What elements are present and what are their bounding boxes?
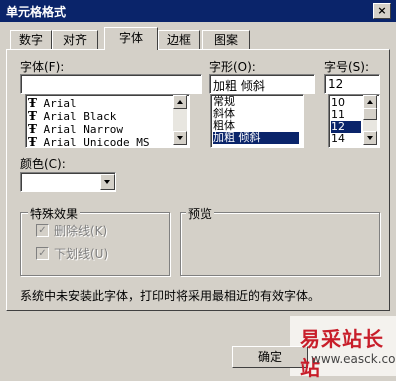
chevron-down-icon (104, 180, 110, 184)
strikethrough-label: 删除线(K) (54, 224, 108, 238)
scroll-up-button[interactable] (363, 95, 377, 109)
arrow-down-icon (177, 136, 183, 140)
size-scrollbar[interactable] (363, 95, 377, 145)
scroll-thumb[interactable] (363, 108, 377, 120)
size-label: 字号(S): (324, 60, 370, 74)
effects-label: 特殊效果 (28, 205, 81, 222)
tab-font[interactable]: 字体 (104, 27, 158, 50)
font-list[interactable]: Ŧ Arial Ŧ Arial Black Ŧ Arial Narrow Ŧ A… (25, 94, 190, 148)
check-icon: ✓ (38, 225, 47, 236)
arrow-up-icon (177, 100, 183, 104)
font-input[interactable] (20, 74, 202, 94)
close-icon: × (377, 4, 387, 17)
arrow-down-icon (367, 136, 373, 140)
ok-button[interactable]: 确定 (232, 346, 308, 368)
close-button[interactable]: × (373, 3, 391, 19)
size-input[interactable]: 12 (324, 74, 380, 94)
list-item-selected[interactable]: 加粗 倾斜 (213, 132, 299, 144)
list-item[interactable]: 14 (331, 133, 345, 145)
size-input-value: 12 (328, 77, 344, 91)
font-scrollbar[interactable] (173, 95, 187, 145)
truetype-icon: Ŧ (28, 122, 37, 136)
font-note: 系统中未安装此字体，打印时将采用最相近的有效字体。 (20, 289, 321, 303)
color-label: 颜色(C): (20, 157, 66, 171)
list-item[interactable]: Ŧ Arial Narrow (28, 122, 123, 136)
list-item[interactable]: Ŧ Arial (28, 96, 77, 110)
check-icon: ✓ (38, 248, 47, 259)
preview-label: 预览 (186, 205, 215, 222)
window-title: 单元格格式 (6, 5, 67, 19)
truetype-icon: Ŧ (28, 109, 37, 123)
style-input-value: 加粗 倾斜 (213, 79, 265, 93)
scroll-up-button[interactable] (173, 95, 187, 109)
underline-label: 下划线(U) (54, 247, 109, 261)
style-label: 字形(O): (209, 60, 256, 74)
scroll-down-button[interactable] (363, 131, 377, 145)
style-input[interactable]: 加粗 倾斜 (209, 74, 315, 94)
size-list[interactable]: 10 11 12 14 (328, 94, 380, 148)
tab-pattern[interactable]: 图案 (202, 30, 250, 49)
truetype-icon: Ŧ (28, 96, 37, 110)
strikethrough-checkbox[interactable]: ✓ (36, 224, 49, 237)
arrow-up-icon (367, 100, 373, 104)
style-list[interactable]: 常规 斜体 粗体 加粗 倾斜 (210, 94, 304, 148)
list-item[interactable]: Ŧ Arial Unicode MS (28, 135, 149, 148)
dropdown-button[interactable] (100, 174, 115, 190)
font-label: 字体(F): (20, 60, 65, 74)
tab-number[interactable]: 数字 (10, 30, 52, 49)
color-dropdown[interactable] (20, 172, 116, 192)
scroll-down-button[interactable] (173, 131, 187, 145)
tab-border[interactable]: 边框 (158, 30, 200, 49)
tab-alignment[interactable]: 对齐 (52, 30, 98, 49)
watermark-url: www.easck.com (311, 352, 396, 366)
list-item[interactable]: Ŧ Arial Black (28, 109, 116, 123)
truetype-icon: Ŧ (28, 135, 37, 148)
underline-checkbox[interactable]: ✓ (36, 247, 49, 260)
